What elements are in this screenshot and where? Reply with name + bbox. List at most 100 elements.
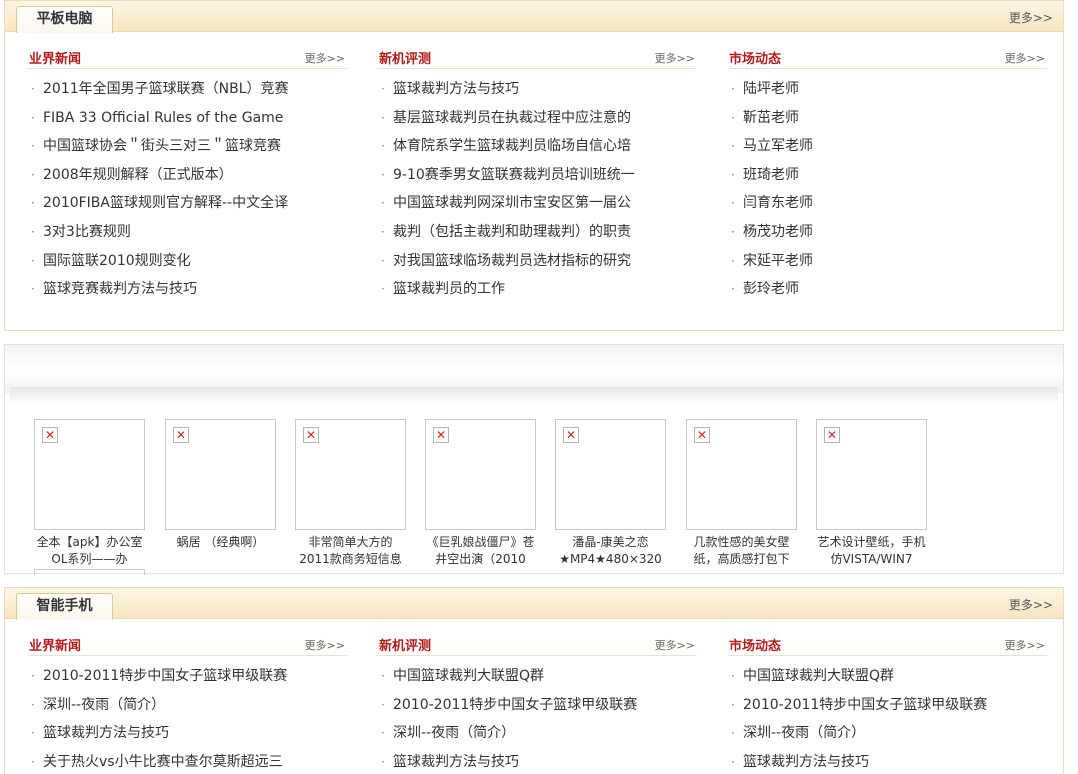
list-item[interactable]: · 中国篮球裁判网深圳市宝安区第一届公 [377, 189, 697, 218]
list-item[interactable]: · 体育院系学生篮球裁判员临场自信心培 [377, 132, 697, 161]
list-item-link[interactable]: 篮球竞赛裁判方法与技巧 [43, 281, 197, 297]
list-item-link[interactable]: 3对3比赛规则 [43, 224, 131, 240]
list-item-link[interactable]: 宋延平老师 [743, 253, 813, 269]
list-item[interactable]: · 中国篮球裁判大联盟Q群 [377, 662, 697, 691]
panel-more-link[interactable]: 更多>> [1009, 596, 1053, 613]
list-item[interactable]: · 2010-2011特步中国女子篮球甲级联赛 [727, 691, 1047, 720]
list-item[interactable]: · 篮球裁判方法与技巧 [27, 719, 347, 748]
list-item[interactable]: · 杨茂功老师 [727, 218, 1047, 247]
panel-tab-smartphone[interactable]: 智能手机 [16, 593, 113, 620]
thumbnail-caption[interactable]: 艺术设计壁纸，手机仿VISTA/WIN7 [816, 534, 927, 568]
list-item-link[interactable]: 2010-2011特步中国女子篮球甲级联赛 [43, 668, 287, 684]
list-item[interactable]: · 班琦老师 [727, 161, 1047, 190]
column-more-link[interactable]: 更多>> [1005, 50, 1045, 66]
thumbnail-caption[interactable]: 非常简单大方的2011款商务短信息 [295, 534, 406, 568]
thumbnail-caption[interactable]: 几款性感的美女壁纸，高质感打包下 [686, 534, 797, 568]
list-item-link[interactable]: 深圳--夜雨（简介） [743, 725, 865, 741]
thumbnail-caption[interactable]: 蜗居 （经典啊） [165, 534, 276, 568]
list-item-link[interactable]: 中国篮球裁判大联盟Q群 [743, 668, 894, 684]
list-item-link[interactable]: 2010-2011特步中国女子篮球甲级联赛 [393, 697, 637, 713]
list-item[interactable]: · 2010-2011特步中国女子篮球甲级联赛 [27, 662, 347, 691]
list-item-link[interactable]: 中国篮球协会＂街头三对三＂篮球竞赛 [43, 138, 281, 154]
list-item[interactable]: · 3对3比赛规则 [27, 218, 347, 247]
thumbnail-caption[interactable]: 《巨乳娘战僵尸》苍井空出演（2010 [425, 534, 536, 568]
list-item-link[interactable]: 马立军老师 [743, 138, 813, 154]
list-item[interactable]: · 篮球裁判方法与技巧 [377, 748, 697, 774]
list-item-link[interactable]: 对我国篮球临场裁判员选材指标的研究 [393, 253, 631, 269]
list-item-link[interactable]: 篮球裁判员的工作 [393, 281, 505, 297]
thumbnail-image[interactable]: ✕ [34, 419, 145, 530]
thumbnail-image[interactable]: ✕ [295, 419, 406, 530]
thumbnail-caption[interactable]: 全本【apk】办公室OL系列——办 [34, 534, 145, 568]
list-item-link[interactable]: 中国篮球裁判网深圳市宝安区第一届公 [393, 195, 631, 211]
column-more-link[interactable]: 更多>> [655, 50, 695, 66]
list-item[interactable]: · 2010FIBA篮球规则官方解释--中文全译 [27, 189, 347, 218]
column-more-link[interactable]: 更多>> [305, 637, 345, 653]
list-item[interactable]: · 篮球裁判员的工作 [377, 275, 697, 304]
thumbnail-image[interactable]: ✕ [425, 419, 536, 530]
list-item[interactable]: · 9-10赛季男女篮联赛裁判员培训班统一 [377, 161, 697, 190]
list-item-link[interactable]: 篮球裁判方法与技巧 [43, 725, 169, 741]
list-item[interactable]: · 宋延平老师 [727, 247, 1047, 276]
list-item[interactable]: · 深圳--夜雨（简介） [377, 719, 697, 748]
thumbnail-image[interactable]: ✕ [816, 419, 927, 530]
list-item[interactable]: · 深圳--夜雨（简介） [27, 691, 347, 720]
list-item[interactable]: · 马立军老师 [727, 132, 1047, 161]
list-item[interactable]: · 靳茁老师 [727, 104, 1047, 133]
list-item[interactable]: · 中国篮球协会＂街头三对三＂篮球竞赛 [27, 132, 347, 161]
thumbnail-image[interactable]: ✕ [686, 419, 797, 530]
list-item-link[interactable]: 篮球裁判方法与技巧 [393, 754, 519, 770]
gallery-item[interactable]: ✕ 《巨乳娘战僵尸》苍井空出演（2010 [425, 419, 537, 568]
list-item-link[interactable]: 彭玲老师 [743, 281, 799, 297]
list-item[interactable]: · 中国篮球裁判大联盟Q群 [727, 662, 1047, 691]
list-item-link[interactable]: 2008年规则解释（正式版本） [43, 167, 233, 183]
list-item-link[interactable]: 靳茁老师 [743, 110, 799, 126]
list-item[interactable]: · 2008年规则解释（正式版本） [27, 161, 347, 190]
list-item[interactable]: · 闫育东老师 [727, 189, 1047, 218]
list-item-link[interactable]: 关于热火vs小牛比赛中查尔莫斯超远三 [43, 754, 283, 770]
gallery-item[interactable]: ✕ 全本【apk】办公室OL系列——办 [34, 419, 146, 575]
list-item[interactable]: · 彭玲老师 [727, 275, 1047, 304]
list-item[interactable]: · 陆坪老师 [727, 75, 1047, 104]
thumbnail-image[interactable]: ✕ [165, 419, 276, 530]
list-item-link[interactable]: 基层篮球裁判员在执裁过程中应注意的 [393, 110, 631, 126]
list-item-link[interactable]: 篮球裁判方法与技巧 [393, 81, 519, 97]
list-item[interactable]: · 对我国篮球临场裁判员选材指标的研究 [377, 247, 697, 276]
list-item-link[interactable]: 2010FIBA篮球规则官方解释--中文全译 [43, 195, 288, 211]
list-item-link[interactable]: 2010-2011特步中国女子篮球甲级联赛 [743, 697, 987, 713]
column-more-link[interactable]: 更多>> [655, 637, 695, 653]
list-item-link[interactable]: 陆坪老师 [743, 81, 799, 97]
list-item-link[interactable]: 2011年全国男子篮球联赛（NBL）竞赛 [43, 81, 289, 97]
thumbnail-image[interactable]: ✕ [555, 419, 666, 530]
panel-more-link[interactable]: 更多>> [1009, 9, 1053, 26]
list-item-link[interactable]: 中国篮球裁判大联盟Q群 [393, 668, 544, 684]
list-item-link[interactable]: 杨茂功老师 [743, 224, 813, 240]
list-item-link[interactable]: 篮球裁判方法与技巧 [743, 754, 869, 770]
list-item-link[interactable]: 深圳--夜雨（简介） [43, 697, 165, 713]
list-item-link[interactable]: 班琦老师 [743, 167, 799, 183]
list-item-link[interactable]: FIBA 33 Official Rules of the Game [43, 110, 283, 126]
column-more-link[interactable]: 更多>> [305, 50, 345, 66]
gallery-item[interactable]: ✕ 潘晶-康美之恋★MP4★480×320 [555, 419, 667, 568]
list-item-link[interactable]: 闫育东老师 [743, 195, 813, 211]
list-item-link[interactable]: 深圳--夜雨（简介） [393, 725, 515, 741]
list-item[interactable]: · 国际篮联2010规则变化 [27, 247, 347, 276]
list-item[interactable]: · 深圳--夜雨（简介） [727, 719, 1047, 748]
thumbnail-caption[interactable]: 潘晶-康美之恋★MP4★480×320 [555, 534, 666, 568]
gallery-item[interactable]: ✕ 几款性感的美女壁纸，高质感打包下 [686, 419, 798, 568]
list-item[interactable]: · 篮球裁判方法与技巧 [377, 75, 697, 104]
gallery-item[interactable]: ✕ 艺术设计壁纸，手机仿VISTA/WIN7 [816, 419, 928, 568]
list-item[interactable]: · 2011年全国男子篮球联赛（NBL）竞赛 [27, 75, 347, 104]
list-item[interactable]: · 篮球竞赛裁判方法与技巧 [27, 275, 347, 304]
column-more-link[interactable]: 更多>> [1005, 637, 1045, 653]
list-item-link[interactable]: 9-10赛季男女篮联赛裁判员培训班统一 [393, 167, 635, 183]
list-item[interactable]: · 基层篮球裁判员在执裁过程中应注意的 [377, 104, 697, 133]
list-item[interactable]: · 裁判（包括主裁判和助理裁判）的职责 [377, 218, 697, 247]
gallery-item[interactable]: ✕ 非常简单大方的2011款商务短信息 [295, 419, 407, 568]
list-item-link[interactable]: 裁判（包括主裁判和助理裁判）的职责 [393, 224, 631, 240]
list-item-link[interactable]: 体育院系学生篮球裁判员临场自信心培 [393, 138, 631, 154]
list-item-link[interactable]: 国际篮联2010规则变化 [43, 253, 191, 269]
list-item[interactable]: · 篮球裁判方法与技巧 [727, 748, 1047, 774]
list-item[interactable]: · 2010-2011特步中国女子篮球甲级联赛 [377, 691, 697, 720]
list-item[interactable]: · FIBA 33 Official Rules of the Game [27, 104, 347, 133]
